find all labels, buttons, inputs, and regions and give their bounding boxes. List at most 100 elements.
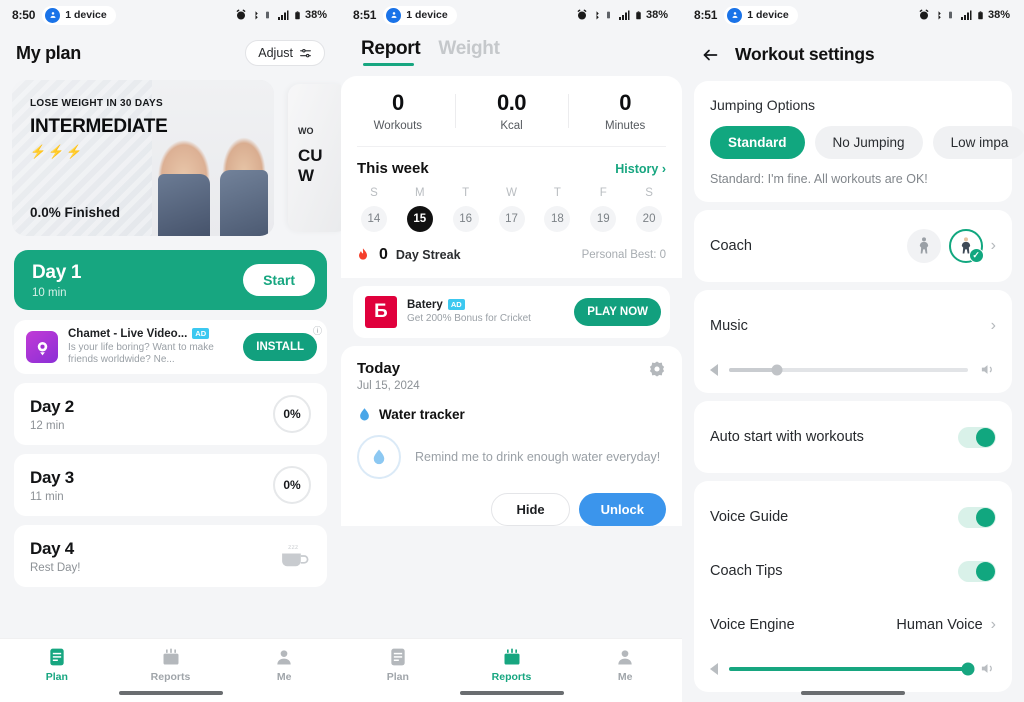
ad-info-icon[interactable]: ⓘ xyxy=(313,324,322,337)
plan-carousel[interactable]: LOSE WEIGHT IN 30 DAYS INTERMEDIATE ⚡ ⚡ … xyxy=(0,80,341,240)
personal-best: Personal Best: 0 xyxy=(581,249,666,261)
day-name: Day 4 xyxy=(30,538,74,558)
device-pill[interactable]: 1 device xyxy=(42,5,116,25)
settings-gear-icon[interactable] xyxy=(648,360,666,378)
voice-volume-slider[interactable] xyxy=(710,661,996,676)
page-title: Workout settings xyxy=(735,44,875,64)
coach-avatar-male-selected[interactable]: ✓ xyxy=(948,229,984,263)
chevron-right-icon[interactable]: › xyxy=(991,616,996,634)
ad-title-row: Batery AD xyxy=(407,299,564,311)
music-volume-slider[interactable] xyxy=(710,362,996,377)
water-tracker-message: Remind me to drink enough water everyday… xyxy=(415,449,661,464)
chevron-right-icon[interactable]: › xyxy=(991,237,996,255)
music-row[interactable]: Music › xyxy=(710,306,996,346)
coach-selected-check-icon: ✓ xyxy=(968,248,984,263)
start-button[interactable]: Start xyxy=(243,264,315,296)
home-indicator xyxy=(459,691,564,695)
chip-no-jumping[interactable]: No Jumping xyxy=(814,126,923,159)
back-arrow-icon[interactable] xyxy=(700,46,721,64)
peek-line-2b: W xyxy=(298,165,315,185)
today-day-minutes: 10 min xyxy=(32,286,67,299)
coach-avatar-female[interactable] xyxy=(906,229,941,263)
tab-plan[interactable]: Plan xyxy=(341,647,455,683)
adjust-button[interactable]: Adjust xyxy=(245,40,325,66)
device-pill[interactable]: 1 device xyxy=(724,5,798,25)
day-row[interactable]: Day 2 12 min 0% xyxy=(14,383,327,445)
volume-min-icon xyxy=(710,363,718,376)
tab-plan-label: Plan xyxy=(386,671,409,683)
tab-me[interactable]: Me xyxy=(227,647,341,683)
batery-app-icon: Ƃ xyxy=(365,296,397,328)
day-name: Day 2 xyxy=(30,396,74,416)
ad-install-button[interactable]: INSTALL xyxy=(243,333,317,361)
coach-row[interactable]: Coach ✓ › xyxy=(710,226,996,266)
streak-left: 0 Day Streak xyxy=(355,246,461,264)
music-card: Music › xyxy=(694,290,1012,393)
water-tracker-title: Water tracker xyxy=(379,407,465,422)
voice-slider-knob[interactable] xyxy=(961,662,975,675)
music-slider-knob[interactable] xyxy=(771,364,783,375)
tab-report[interactable]: Report xyxy=(361,38,421,66)
cast-device-icon xyxy=(386,7,402,23)
phone-screen-report: 8:51 1 device 38% Report Weight 0 Workou… xyxy=(341,0,682,702)
tab-weight[interactable]: Weight xyxy=(438,38,499,66)
coach-tips-toggle[interactable] xyxy=(958,560,996,582)
stat-kcal: 0.0 Kcal xyxy=(454,90,569,132)
auto-start-row[interactable]: Auto start with workouts xyxy=(710,417,996,457)
auto-start-toggle[interactable] xyxy=(958,426,996,448)
hero-plan-card[interactable]: LOSE WEIGHT IN 30 DAYS INTERMEDIATE ⚡ ⚡ … xyxy=(12,80,274,236)
week-day[interactable]: T 16 xyxy=(443,187,489,232)
today-workout-card[interactable]: Day 1 10 min Start xyxy=(14,250,327,310)
plan-header: My plan Adjust xyxy=(0,30,341,80)
coach-card[interactable]: Coach ✓ › xyxy=(694,210,1012,282)
today-header: Today Jul 15, 2024 xyxy=(357,360,666,392)
status-time: 8:51 xyxy=(353,8,377,22)
status-bar-2: 8:51 1 device 38% xyxy=(341,0,682,30)
tab-plan[interactable]: Plan xyxy=(0,647,114,683)
ad-description: Get 200% Bonus for Cricket xyxy=(407,312,531,324)
week-day-today[interactable]: M 15 xyxy=(397,187,443,232)
history-link[interactable]: History › xyxy=(615,162,666,176)
ad-banner-batery[interactable]: Ƃ Batery AD Get 200% Bonus for Cricket P… xyxy=(353,286,670,338)
tab-reports[interactable]: Reports xyxy=(455,647,569,683)
week-day[interactable]: S 20 xyxy=(626,187,672,232)
jumping-options-card: Jumping Options Standard No Jumping Low … xyxy=(694,81,1024,202)
week-day[interactable]: T 18 xyxy=(534,187,580,232)
this-week-header: This week History › xyxy=(341,147,682,177)
voice-engine-value-group: Human Voice › xyxy=(896,616,996,634)
day-row-rest[interactable]: Day 4 Rest Day! zzz xyxy=(14,525,327,587)
tab-me[interactable]: Me xyxy=(568,647,682,683)
ad-banner-chamet[interactable]: Chamet - Live Video... AD Is your life b… xyxy=(14,320,327,374)
week-dow: T xyxy=(462,187,470,199)
week-day[interactable]: F 19 xyxy=(580,187,626,232)
ad-play-now-button[interactable]: PLAY NOW xyxy=(574,298,661,326)
day-row[interactable]: Day 3 11 min 0% xyxy=(14,454,327,516)
chevron-right-icon[interactable]: › xyxy=(991,317,996,335)
next-plan-card-peek[interactable]: WO CU W xyxy=(288,84,341,232)
week-num: 15 xyxy=(406,206,433,232)
week-day[interactable]: W 17 xyxy=(489,187,535,232)
volume-max-icon xyxy=(981,664,992,673)
tab-reports[interactable]: Reports xyxy=(114,647,228,683)
voice-guide-row[interactable]: Voice Guide xyxy=(710,497,996,537)
week-day[interactable]: S 14 xyxy=(351,187,397,232)
bluetooth-icon xyxy=(255,11,258,20)
coach-tips-row[interactable]: Coach Tips xyxy=(710,551,996,591)
tab-reports-label: Reports xyxy=(150,671,191,683)
day-row-info: Day 3 11 min xyxy=(30,468,74,503)
device-pill[interactable]: 1 device xyxy=(383,5,457,25)
week-num: 16 xyxy=(452,206,479,232)
battery-percent: 38% xyxy=(987,9,1010,21)
voice-engine-row[interactable]: Voice Engine Human Voice › xyxy=(710,605,996,645)
music-slider-track[interactable] xyxy=(729,364,968,375)
voice-guide-toggle[interactable] xyxy=(958,506,996,528)
voice-slider-track[interactable] xyxy=(729,662,975,675)
bluetooth-icon xyxy=(596,11,599,20)
unlock-button[interactable]: Unlock xyxy=(578,493,666,526)
adjust-label: Adjust xyxy=(258,46,293,60)
chip-low-impact[interactable]: Low impa xyxy=(932,126,1024,159)
hide-button[interactable]: Hide xyxy=(491,493,570,526)
peek-line-1: WO xyxy=(298,126,314,136)
chip-standard[interactable]: Standard xyxy=(710,126,805,159)
ad-badge: AD xyxy=(447,299,465,311)
